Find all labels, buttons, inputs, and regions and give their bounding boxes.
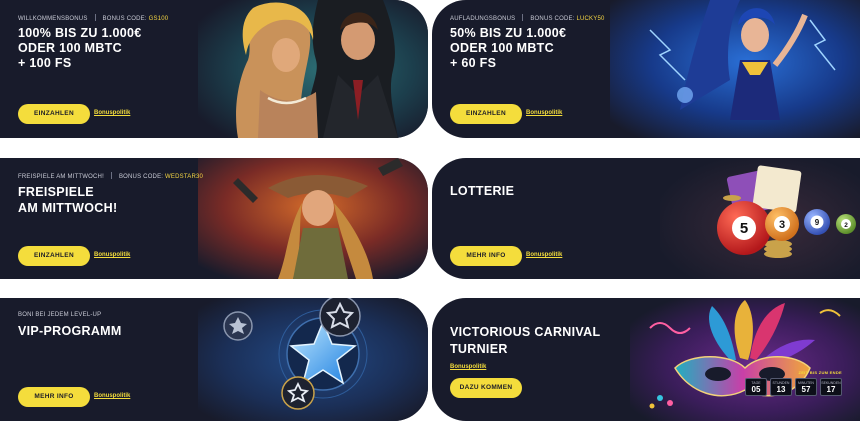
timer-value: 05 xyxy=(751,385,761,394)
separator xyxy=(522,14,524,21)
wednesday-freespins-banner[interactable]: FREISPIELE AM MITTWOCH! BONUS CODE: WEDST… xyxy=(0,158,428,279)
lottery-ball-number: 3 xyxy=(779,219,785,231)
bonus-tag-row: FREISPIELE AM MITTWOCH! BONUS CODE: WEDST… xyxy=(18,172,203,180)
wednesday-freespins-artwork xyxy=(198,158,428,279)
banner-title: VICTORIOUS CARNIVAL TURNIER xyxy=(450,324,600,358)
title-line: VICTORIOUS CARNIVAL xyxy=(450,325,601,339)
bonus-tag: FREISPIELE AM MITTWOCH! xyxy=(18,174,104,180)
join-button[interactable]: DAZU KOMMEN xyxy=(450,378,522,398)
lottery-ball-number: 9 xyxy=(815,218,820,227)
timer-label: ZEIT BIS ZUM ENDE xyxy=(798,370,842,375)
carnival-mask-artwork xyxy=(630,298,860,421)
bonus-code: GS100 xyxy=(148,16,169,22)
welcome-bonus-artwork xyxy=(198,0,428,138)
timer-hours: STUNDEN 13 xyxy=(770,378,792,396)
title-line: ODER 100 MBTC xyxy=(450,41,554,55)
banner-title: 50% BIS ZU 1.000€ ODER 100 MBTC + 60 FS xyxy=(450,26,566,71)
bonus-tag: BONI BEI JEDEM LEVEL-UP xyxy=(18,312,102,318)
bonus-tag-row: BONI BEI JEDEM LEVEL-UP xyxy=(18,312,101,318)
bonus-code-prefix: BONUS CODE: xyxy=(530,16,575,22)
bonus-code: LUCKY50 xyxy=(576,16,605,22)
vip-program-banner[interactable]: BONI BEI JEDEM LEVEL-UP VIP-PROGRAMM MEH… xyxy=(0,298,428,421)
bonus-tag-row: WILLKOMMENSBONUS BONUS CODE: GS100 xyxy=(18,14,168,22)
bonus-code-prefix: BONUS CODE: xyxy=(102,16,147,22)
lottery-banner[interactable]: 5 3 9 2 LOTTERIE MEHR INFO Bonuspolitik xyxy=(432,158,860,279)
carnival-tournament-banner[interactable]: VICTORIOUS CARNIVAL TURNIER Bonuspolitik… xyxy=(432,298,860,421)
title-line: 50% BIS ZU 1.000€ xyxy=(450,26,567,40)
bonus-policy-link[interactable]: Bonuspolitik xyxy=(94,393,130,399)
banner-title: FREISPIELE AM MITTWOCH! xyxy=(18,184,117,216)
reload-bonus-artwork xyxy=(610,0,860,138)
bonus-policy-link[interactable]: Bonuspolitik xyxy=(94,252,130,258)
bonus-tag: AUFLADUNGSBONUS xyxy=(450,16,516,22)
lottery-ball-number: 5 xyxy=(740,220,748,237)
timer-value: 57 xyxy=(801,385,811,394)
lottery-artwork: 5 3 9 2 xyxy=(660,158,860,279)
welcome-bonus-banner[interactable]: WILLKOMMENSBONUS BONUS CODE: GS100 100% B… xyxy=(0,0,428,138)
more-info-button[interactable]: MEHR INFO xyxy=(18,387,90,407)
deposit-button[interactable]: EINZAHLEN xyxy=(18,246,90,266)
timer-seconds: SEKUNDEN 17 xyxy=(820,378,842,396)
bonus-tag-row: AUFLADUNGSBONUS BONUS CODE: LUCKY50 xyxy=(450,14,605,22)
title-line: FREISPIELE xyxy=(18,185,94,199)
bonus-policy-link[interactable]: Bonuspolitik xyxy=(526,252,562,258)
timer-value: 17 xyxy=(826,385,836,394)
timer-value: 13 xyxy=(776,385,786,394)
bonus-code-prefix: BONUS CODE: xyxy=(118,174,164,180)
more-info-button[interactable]: MEHR INFO xyxy=(450,246,522,266)
deposit-button[interactable]: EINZAHLEN xyxy=(450,104,522,124)
timer-minutes: MINUTEN 57 xyxy=(795,378,817,396)
reload-bonus-banner[interactable]: AUFLADUNGSBONUS BONUS CODE: LUCKY50 50% B… xyxy=(432,0,860,138)
title-line: + 100 FS xyxy=(18,56,72,70)
countdown-timer: TAGE 05 STUNDEN 13 MINUTEN 57 SEKUNDEN 17 xyxy=(745,378,842,396)
vip-program-artwork xyxy=(198,298,428,421)
banner-title: LOTTERIE xyxy=(450,184,515,198)
bonus-policy-link[interactable]: Bonuspolitik xyxy=(450,364,486,370)
banner-title: VIP-PROGRAMM xyxy=(18,324,122,338)
title-line: TURNIER xyxy=(450,342,508,356)
banner-title: 100% BIS ZU 1.000€ ODER 100 MBTC + 100 F… xyxy=(18,26,142,71)
bonus-code: WEDSTAR30 xyxy=(165,174,204,180)
title-line: + 60 FS xyxy=(450,56,497,70)
separator xyxy=(110,172,112,179)
bonus-policy-link[interactable]: Bonuspolitik xyxy=(526,110,562,116)
title-line: ODER 100 MBTC xyxy=(18,41,122,55)
deposit-button[interactable]: EINZAHLEN xyxy=(18,104,90,124)
title-line: 100% BIS ZU 1.000€ xyxy=(18,26,142,40)
title-line: AM MITTWOCH! xyxy=(18,201,118,215)
lottery-ball-number: 2 xyxy=(844,222,848,229)
bonus-tag: WILLKOMMENSBONUS xyxy=(18,16,88,22)
timer-days: TAGE 05 xyxy=(745,378,767,396)
separator xyxy=(94,14,96,21)
bonus-policy-link[interactable]: Bonuspolitik xyxy=(94,110,130,116)
